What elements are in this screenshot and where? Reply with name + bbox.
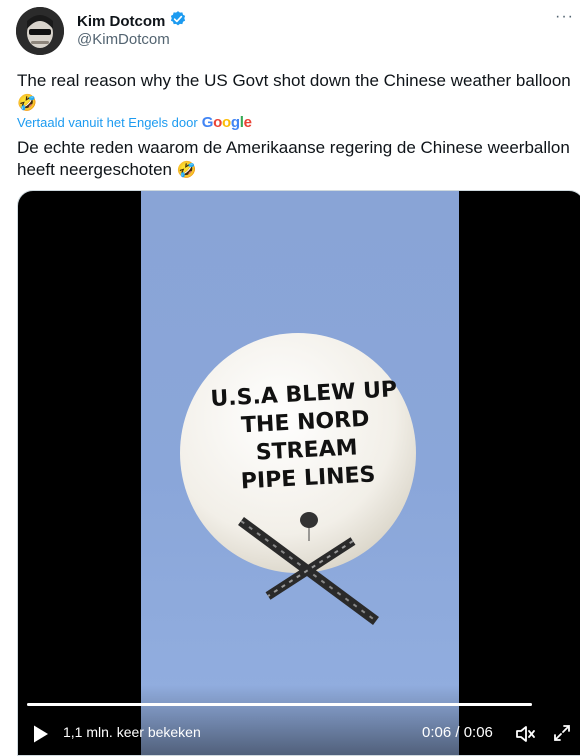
rofl-emoji-icon: 🤣 — [17, 95, 37, 112]
avatar-image — [16, 7, 64, 55]
translated-line-2: heeft neergeschoten — [17, 160, 173, 179]
verified-badge-icon — [169, 10, 187, 32]
video-player[interactable]: U.S.A BLEW UP THE NORD STREAM PIPE LINES… — [17, 190, 580, 756]
tweet-original-text: The real reason why the US Govt shot dow… — [17, 70, 580, 115]
google-logo: Google — [201, 114, 252, 131]
more-options-icon[interactable]: ··· — [555, 8, 574, 26]
author-handle[interactable]: @KimDotcom — [77, 31, 170, 48]
translation-notice[interactable]: Vertaald vanuit het Engels door Google — [17, 114, 252, 131]
avatar[interactable] — [16, 7, 64, 55]
play-icon[interactable] — [32, 724, 50, 749]
tweet-translated-text: De echte reden waarom de Amerikaanse reg… — [17, 137, 580, 182]
author-name[interactable]: Kim Dotcom — [77, 13, 165, 30]
translated-line-1: De echte reden waarom de Amerikaanse reg… — [17, 138, 570, 157]
author-name-row[interactable]: Kim Dotcom — [77, 10, 187, 32]
balloon-caption: U.S.A BLEW UP THE NORD STREAM PIPE LINES — [193, 375, 419, 498]
progress-fill — [27, 703, 532, 706]
original-text: The real reason why the US Govt shot dow… — [17, 71, 571, 90]
time-display: 0:06 / 0:06 — [422, 724, 493, 741]
view-count: 1,1 mln. keer bekeken — [63, 724, 201, 740]
translation-notice-text[interactable]: Vertaald vanuit het Engels door — [17, 115, 198, 130]
progress-bar[interactable] — [27, 703, 532, 706]
mute-icon[interactable] — [514, 723, 536, 750]
fullscreen-icon[interactable] — [552, 723, 572, 748]
controls-overlay — [18, 685, 580, 755]
rofl-emoji-icon-2: 🤣 — [176, 162, 197, 179]
